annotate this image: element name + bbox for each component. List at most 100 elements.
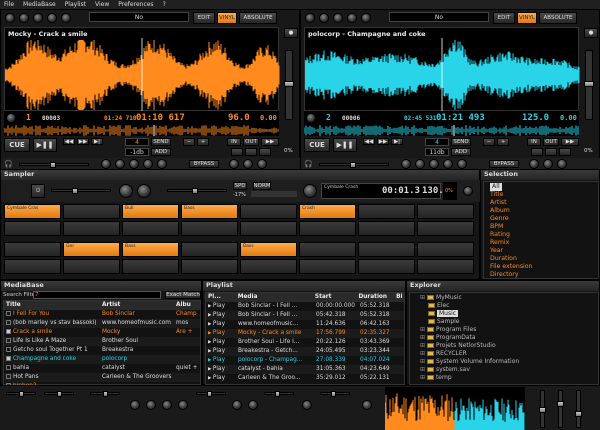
channel-slider-2[interactable] xyxy=(264,391,294,397)
sampler-pad[interactable]: Crash xyxy=(299,204,356,219)
row-checkbox[interactable] xyxy=(6,347,11,352)
deck2-cue-point-3[interactable] xyxy=(559,148,571,156)
deck1-fx-knob-6[interactable] xyxy=(229,159,239,169)
search-filter-input[interactable] xyxy=(33,291,161,299)
deck1-play-pause-button[interactable]: ▶❚❚ xyxy=(33,138,57,152)
deck2-fx-knob-8[interactable] xyxy=(557,159,567,169)
mixer-knob[interactable] xyxy=(146,400,156,410)
deck1-eq-knob-5[interactable] xyxy=(61,13,71,23)
selection-item[interactable]: Directory xyxy=(490,271,598,279)
deck1-eq-knob-3[interactable] xyxy=(33,13,43,23)
selection-item[interactable]: Duration xyxy=(490,255,598,263)
deck2-bypass-button[interactable]: BYPASS xyxy=(489,160,519,168)
deck1-cue-button[interactable]: CUE xyxy=(4,138,30,152)
deck2-prev-button[interactable]: ◀◀ xyxy=(363,138,375,145)
column-header-duration[interactable]: Duration xyxy=(356,293,394,302)
mixer-knob[interactable] xyxy=(248,400,258,410)
headphone-icon[interactable]: 🎧 xyxy=(4,160,13,168)
mixer-knob[interactable] xyxy=(302,400,312,410)
sampler-pad[interactable] xyxy=(63,204,120,219)
sampler-spd-button[interactable]: SPD xyxy=(233,182,247,190)
crossfader-left[interactable] xyxy=(44,391,74,397)
selection-item[interactable]: Rating xyxy=(490,231,598,239)
sampler-pad-secondary[interactable] xyxy=(358,221,415,236)
sampler-pad-secondary[interactable] xyxy=(240,259,297,274)
table-row[interactable]: bahia catalyst quiet + xyxy=(4,364,200,373)
selection-item[interactable]: Artist xyxy=(490,199,598,207)
deck1-edit-button[interactable]: EDIT xyxy=(193,12,215,24)
deck1-eq-knob-2[interactable] xyxy=(19,13,29,23)
master-fader-2[interactable] xyxy=(557,390,564,428)
sampler-pad[interactable]: Bass xyxy=(240,242,297,257)
deck1-in-button[interactable]: IN xyxy=(227,138,241,146)
mixer-knob[interactable] xyxy=(162,400,172,410)
column-header-start[interactable]: Start xyxy=(313,293,357,302)
sampler-pad[interactable] xyxy=(417,242,474,257)
column-header-artist[interactable]: Artist xyxy=(100,301,174,310)
sampler-pad-secondary[interactable] xyxy=(122,259,179,274)
deck2-loop-minus-button[interactable]: − xyxy=(483,138,495,146)
deck2-fx-knob-6[interactable] xyxy=(529,159,539,169)
deck1-fx-knob-4[interactable] xyxy=(143,159,153,169)
table-row[interactable]: ▶ Play Bob Sinclar - I Fell ... 00:00:00.0… xyxy=(206,302,404,311)
sampler-knob-2[interactable] xyxy=(137,184,151,198)
tree-item[interactable]: Music xyxy=(412,310,598,318)
deck2-eq-knob-2[interactable] xyxy=(319,13,329,23)
deck1-fx-knob-3[interactable] xyxy=(129,159,139,169)
deck2-fx-knob-7[interactable] xyxy=(543,159,553,169)
deck2-absolute-button[interactable]: ABSOLUTE xyxy=(539,12,577,24)
tree-item[interactable]: ⊞ temp xyxy=(412,374,598,382)
tree-item[interactable]: ⊞ ProgramData xyxy=(412,334,598,342)
deck2-eq-knob-4[interactable] xyxy=(347,13,357,23)
sampler-pad-secondary[interactable] xyxy=(417,259,474,274)
expand-icon[interactable]: ⊞ xyxy=(420,374,427,381)
column-header-title[interactable]: Title xyxy=(4,301,100,310)
deck1-pitch-fader[interactable] xyxy=(284,50,294,120)
tree-item[interactable]: Elec xyxy=(412,302,598,310)
row-checkbox[interactable] xyxy=(6,311,11,316)
deck2-fx-knob-2[interactable] xyxy=(415,159,425,169)
sampler-pad[interactable] xyxy=(358,204,415,219)
column-header-bi[interactable]: Bi xyxy=(394,293,404,302)
sampler-pad-secondary[interactable] xyxy=(417,221,474,236)
deck1-eq-knob-4[interactable] xyxy=(47,13,57,23)
sampler-pad[interactable]: Bass xyxy=(181,204,238,219)
sampler-pad[interactable] xyxy=(181,242,238,257)
deck1-cue-point-3[interactable] xyxy=(259,148,271,156)
deck1-loop-minus-button[interactable]: − xyxy=(183,138,195,146)
selection-item[interactable]: Genre xyxy=(490,215,598,223)
sampler-pad[interactable] xyxy=(358,242,415,257)
selection-item[interactable]: Title xyxy=(490,191,598,199)
deck2-pitch-mode[interactable]: No xyxy=(389,12,489,22)
sampler-pad-secondary[interactable] xyxy=(122,221,179,236)
expand-icon[interactable]: ⊞ xyxy=(420,294,427,301)
deck2-eq-knob-3[interactable] xyxy=(333,13,343,23)
sampler-pad[interactable]: Bass xyxy=(122,242,179,257)
deck1-eq-knob[interactable] xyxy=(5,13,15,23)
sampler-knob-4[interactable] xyxy=(463,186,473,196)
deck1-loop-plus-button[interactable]: + xyxy=(197,138,209,146)
selection-item[interactable]: Year xyxy=(490,247,598,255)
deck1-tempo-slider[interactable] xyxy=(19,162,89,168)
deck1-bypass-button[interactable]: BYPASS xyxy=(189,160,219,168)
row-checkbox[interactable] xyxy=(6,320,11,325)
tree-item[interactable]: Sample xyxy=(412,318,598,326)
selection-item[interactable]: All xyxy=(490,183,502,191)
expand-icon[interactable]: ⊞ xyxy=(420,326,427,333)
tree-item[interactable]: ⊞ RECYCLER xyxy=(412,350,598,358)
sampler-pad-secondary[interactable] xyxy=(358,259,415,274)
deck2-vinyl-button[interactable]: VINYL xyxy=(517,12,537,24)
deck2-out-button[interactable]: OUT xyxy=(543,138,559,146)
row-checkbox[interactable] xyxy=(6,338,11,343)
deck2-eq-knob-5[interactable] xyxy=(361,13,371,23)
exact-match-button[interactable]: Exact Match xyxy=(165,291,201,299)
deck2-send-button[interactable]: SEND xyxy=(451,138,471,146)
deck2-pitch-fader[interactable] xyxy=(584,50,594,120)
sampler-pad-secondary[interactable] xyxy=(63,221,120,236)
deck1-cue-point-2[interactable] xyxy=(245,148,257,156)
deck1-add-button[interactable]: ADD xyxy=(151,148,171,156)
sampler-pad-secondary[interactable] xyxy=(181,259,238,274)
sampler-pad[interactable]: Gnr xyxy=(63,242,120,257)
deck2-add-button[interactable]: ADD xyxy=(451,148,471,156)
menu-item-help[interactable]: ? xyxy=(163,0,166,9)
